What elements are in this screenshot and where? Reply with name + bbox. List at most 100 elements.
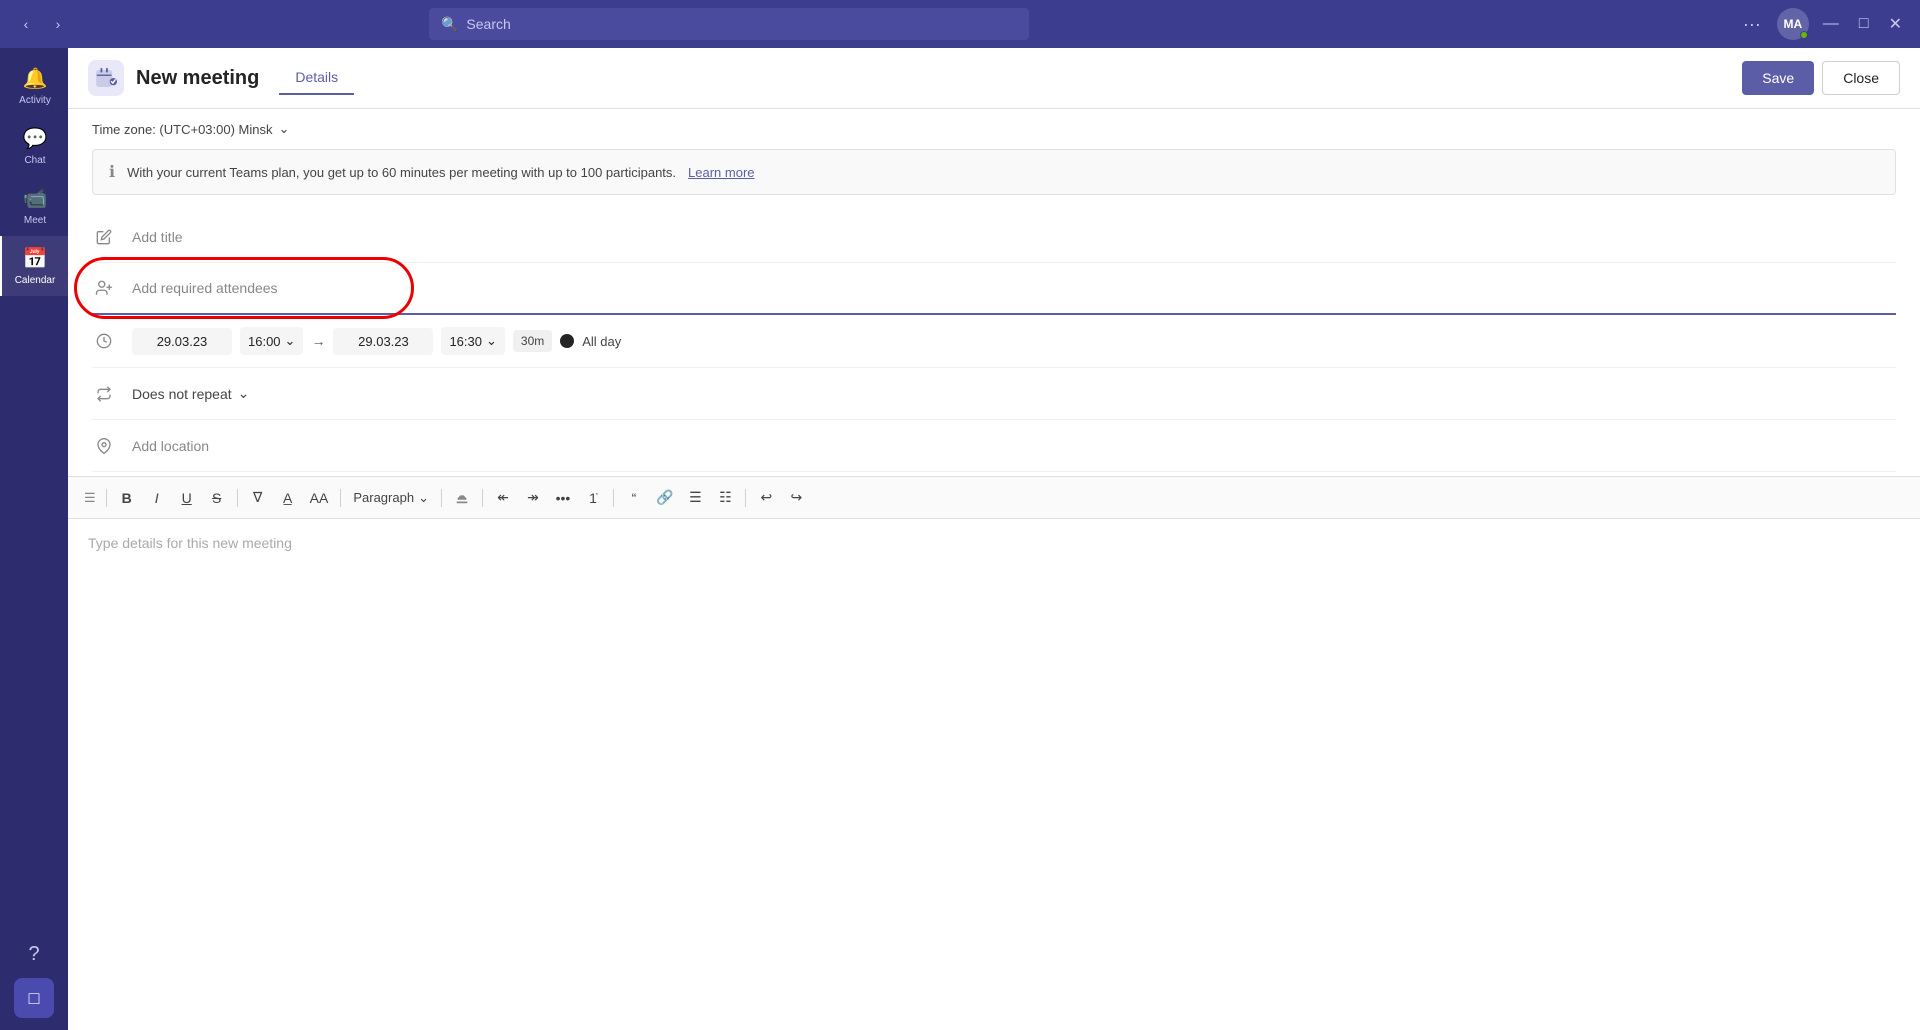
date-time-row: 29.03.23 16:00 ⌄ → 29.03.23 16:30 ⌄ 30m [92, 315, 1896, 368]
repeat-label: Does not repeat [132, 386, 232, 402]
window-close-button[interactable]: ✕ [1883, 10, 1908, 38]
title-input-wrapper [132, 225, 1896, 249]
meeting-form: 29.03.23 16:00 ⌄ → 29.03.23 16:30 ⌄ 30m [68, 207, 1920, 476]
maximize-button[interactable]: □ [1853, 11, 1875, 37]
sidebar-item-label-chat: Chat [24, 155, 45, 166]
table-button[interactable]: ☷ [711, 485, 739, 510]
toolbar-divider-0 [106, 489, 107, 507]
activity-icon: 🔔 [23, 66, 48, 91]
repeat-row: Does not repeat ⌄ [92, 368, 1896, 420]
quote-button[interactable]: “ [620, 486, 648, 510]
toolbar-divider-1 [237, 489, 238, 507]
timezone-label: Time zone: (UTC+03:00) Minsk [92, 122, 273, 137]
search-bar[interactable]: 🔍 [429, 8, 1029, 40]
meeting-body: Time zone: (UTC+03:00) Minsk ⌄ ℹ With yo… [68, 109, 1920, 1030]
start-date-picker[interactable]: 29.03.23 [132, 328, 232, 355]
sidebar-item-label-meet: Meet [24, 215, 46, 226]
timezone-selector[interactable]: Time zone: (UTC+03:00) Minsk ⌄ [68, 109, 1920, 149]
save-button[interactable]: Save [1742, 61, 1814, 95]
start-time-value: 16:00 [248, 334, 281, 349]
minimize-button[interactable]: — [1817, 11, 1845, 37]
font-size-button[interactable]: AA [304, 486, 335, 510]
start-time-select[interactable]: 16:00 ⌄ [240, 327, 303, 355]
avatar-status-dot [1800, 31, 1808, 39]
all-day-label[interactable]: All day [582, 334, 621, 349]
search-input[interactable] [466, 16, 1017, 32]
sidebar-item-calendar[interactable]: 📅 Calendar [0, 236, 68, 296]
link-button[interactable]: 🔗 [650, 485, 679, 510]
info-icon: ℹ [109, 162, 115, 182]
toolbar-divider-6 [745, 489, 746, 507]
tab-area: Details [279, 61, 354, 95]
bold-button[interactable]: B [113, 486, 141, 510]
italic-button[interactable]: I [143, 486, 171, 510]
indent-increase-button[interactable]: ↠ [519, 485, 547, 510]
sidebar: 🔔 Activity 💬 Chat 📹 Meet 📅 Calendar ? □ [0, 48, 68, 1030]
bullets-button[interactable]: ••• [549, 486, 577, 510]
end-time-select[interactable]: 16:30 ⌄ [441, 327, 504, 355]
undo-button[interactable]: ↩ [752, 485, 780, 510]
nav-forward-button[interactable]: › [44, 10, 72, 38]
attendees-input-wrapper [132, 276, 1896, 300]
repeat-select[interactable]: Does not repeat ⌄ [132, 385, 249, 402]
title-bar: ‹ › 🔍 ··· MA — □ ✕ [0, 0, 1920, 48]
close-button[interactable]: Close [1822, 61, 1900, 95]
format-list-icon: ☰ [84, 490, 96, 506]
meeting-header: New meeting Details Save Close [68, 48, 1920, 109]
toolbar-divider-3 [441, 489, 442, 507]
title-input[interactable] [132, 225, 1896, 249]
strikethrough-button[interactable]: S [203, 486, 231, 510]
end-date-picker[interactable]: 29.03.23 [333, 328, 433, 355]
search-icon: 🔍 [441, 16, 458, 33]
date-time-content: 29.03.23 16:00 ⌄ → 29.03.23 16:30 ⌄ 30m [132, 327, 1896, 355]
main-content: New meeting Details Save Close Time zone… [68, 48, 1920, 1030]
avatar-initials: MA [1784, 17, 1803, 31]
location-icon [92, 438, 116, 454]
info-text: With your current Teams plan, you get up… [127, 165, 676, 180]
attendees-row [92, 263, 1896, 315]
sidebar-item-label-activity: Activity [19, 95, 51, 106]
sidebar-item-meet[interactable]: 📹 Meet [0, 176, 68, 236]
more-options-button[interactable]: ··· [1735, 10, 1769, 39]
underline-button[interactable]: U [173, 486, 201, 510]
attendees-input[interactable] [132, 276, 1896, 300]
title-bar-right: ··· MA — □ ✕ [1735, 8, 1908, 40]
repeat-content: Does not repeat ⌄ [132, 385, 1896, 402]
numbering-button[interactable]: 1̇ [579, 486, 607, 510]
store-button[interactable]: □ [14, 978, 54, 1018]
tab-details[interactable]: Details [279, 61, 354, 95]
title-row [92, 211, 1896, 263]
editor-placeholder: Type details for this new meeting [88, 535, 292, 551]
paragraph-button[interactable]: Paragraph ⌄ [347, 486, 435, 510]
nav-buttons: ‹ › [12, 10, 72, 38]
highlight-button[interactable]: A̲ [274, 486, 302, 510]
location-input[interactable] [132, 434, 1896, 458]
toolbar-divider-4 [482, 489, 483, 507]
nav-back-button[interactable]: ‹ [12, 10, 40, 38]
meet-icon: 📹 [23, 186, 48, 211]
sidebar-bottom: ? □ [0, 935, 68, 1018]
header-actions: Save Close [1742, 61, 1900, 95]
sidebar-item-chat[interactable]: 💬 Chat [0, 116, 68, 176]
editor-toolbar: ☰ B I U S ∇ A̲ AA Paragraph ⌄ [68, 476, 1920, 519]
paragraph-label: Paragraph [353, 490, 414, 505]
align-button[interactable]: ☰ [681, 485, 709, 510]
location-row [92, 420, 1896, 472]
redo-button[interactable]: ↪ [782, 485, 810, 510]
all-day-toggle[interactable] [560, 334, 574, 348]
calendar-icon: 📅 [23, 246, 48, 271]
sidebar-item-activity[interactable]: 🔔 Activity [0, 56, 68, 116]
meeting-icon [88, 60, 124, 96]
font-color-button[interactable]: ∇ [244, 485, 272, 510]
pencil-icon [92, 229, 116, 245]
help-button[interactable]: ? [20, 935, 47, 974]
indent-decrease-button[interactable]: ↞ [489, 485, 517, 510]
avatar[interactable]: MA [1777, 8, 1809, 40]
paragraph-chevron: ⌄ [418, 490, 429, 506]
chat-icon: 💬 [23, 126, 48, 151]
editor-area[interactable]: Type details for this new meeting [68, 519, 1920, 719]
repeat-chevron-icon: ⌄ [238, 385, 250, 402]
learn-more-link[interactable]: Learn more [688, 165, 754, 180]
clock-icon [92, 333, 116, 349]
highlight-color-button[interactable] [448, 487, 476, 509]
